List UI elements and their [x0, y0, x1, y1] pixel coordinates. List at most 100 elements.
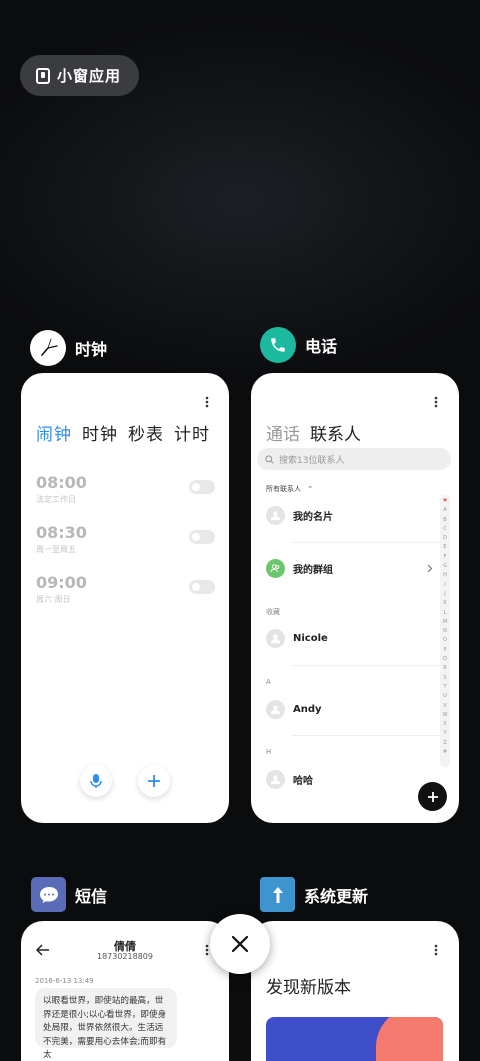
- avatar: [266, 629, 285, 648]
- clock-app-icon: [30, 330, 66, 366]
- alarm-days: 周六 周日: [36, 595, 71, 604]
- index-letter[interactable]: A: [443, 506, 446, 515]
- index-letter[interactable]: B: [443, 516, 446, 525]
- tab-alarm[interactable]: 闹钟: [36, 420, 72, 445]
- clock-app-card[interactable]: 闹钟 时钟 秒表 计时 08:00 法定工作日 08:30 周一至周五 09:0…: [21, 373, 229, 823]
- message-timestamp: 2016-6-13 13:49: [35, 977, 94, 985]
- tab-timer[interactable]: 计时: [174, 420, 210, 445]
- tab-clock[interactable]: 时钟: [82, 420, 118, 445]
- my-groups-row[interactable]: 我的群组: [266, 559, 333, 578]
- clear-all-button[interactable]: [210, 914, 270, 974]
- person-icon: [270, 775, 281, 785]
- contact-name: Nicole: [293, 633, 328, 644]
- favorites-header: 收藏: [266, 608, 280, 616]
- alarm-days: 周一至周五: [36, 545, 76, 554]
- index-letter[interactable]: X: [443, 720, 446, 729]
- update-app-header[interactable]: 系统更新: [260, 877, 368, 912]
- contact-row[interactable]: Nicole: [266, 629, 328, 648]
- index-letter[interactable]: Y: [443, 729, 446, 738]
- index-letter[interactable]: C: [443, 525, 447, 534]
- index-letter[interactable]: E: [443, 543, 446, 552]
- tab-contacts[interactable]: 联系人: [310, 420, 361, 445]
- update-banner-image: [266, 1017, 443, 1061]
- index-letter[interactable]: W: [443, 711, 448, 720]
- index-letter[interactable]: F: [444, 553, 447, 562]
- alarm-toggle[interactable]: [189, 580, 215, 594]
- more-menu-icon[interactable]: [434, 396, 438, 410]
- alarm-time: 08:00: [36, 473, 87, 492]
- sms-app-header[interactable]: 短信: [31, 877, 107, 912]
- index-letter[interactable]: V: [443, 702, 446, 711]
- index-letter[interactable]: L: [444, 609, 447, 618]
- update-app-name: 系统更新: [304, 886, 369, 906]
- index-letter[interactable]: T: [443, 683, 446, 692]
- sort-icon: ⌃: [307, 485, 314, 493]
- tab-stopwatch[interactable]: 秒表: [128, 420, 164, 445]
- divider: [291, 665, 441, 666]
- index-letter[interactable]: ♥: [443, 497, 447, 506]
- index-letter[interactable]: U: [443, 692, 447, 701]
- index-letter[interactable]: P: [443, 646, 446, 655]
- my-groups-label: 我的群组: [293, 565, 333, 576]
- close-icon: [231, 935, 249, 953]
- index-letter[interactable]: G: [443, 562, 447, 571]
- alphabet-index-bar[interactable]: ♥ A B C D E F G H I J K L M N O P Q R S T U V W X Y Z #: [440, 495, 450, 767]
- index-letter[interactable]: M: [443, 618, 447, 627]
- index-letter[interactable]: N: [443, 627, 447, 636]
- person-icon: [270, 634, 281, 644]
- update-title: 发现新版本: [266, 978, 351, 998]
- index-letter[interactable]: Q: [443, 655, 447, 664]
- search-placeholder: 搜索13位联系人: [279, 455, 345, 466]
- section-header-a: A: [266, 678, 271, 686]
- message-bubble[interactable]: 以眼看世界，即使站的最高，世界还是很小;以心看世界，即使身处局限，世界依然很大。…: [35, 988, 177, 1060]
- search-icon: [265, 454, 274, 464]
- alarm-item[interactable]: 08:00 法定工作日: [36, 473, 87, 505]
- alarm-toggle[interactable]: [189, 480, 215, 494]
- section-header-h: H: [266, 748, 272, 756]
- person-icon: [270, 705, 281, 715]
- alarm-item[interactable]: 09:00 周六 周日: [36, 573, 87, 605]
- update-app-card[interactable]: 发现新版本: [251, 921, 459, 1061]
- voice-button[interactable]: [80, 765, 112, 797]
- alarm-time: 09:00: [36, 573, 87, 592]
- phone-app-card[interactable]: 通话 联系人 搜索13位联系人 所有联系人 ⌃ 我的名片 我的群组 收藏 Nic…: [251, 373, 459, 823]
- conversation-phone-number: 18730218809: [97, 952, 153, 961]
- all-contacts-filter[interactable]: 所有联系人 ⌃: [266, 484, 313, 494]
- small-window-icon: [36, 67, 50, 84]
- add-contact-button[interactable]: [418, 782, 447, 811]
- index-letter[interactable]: D: [443, 534, 447, 543]
- alarm-item[interactable]: 08:30 周一至周五: [36, 523, 87, 555]
- my-card-row[interactable]: 我的名片: [266, 506, 333, 525]
- alarm-toggle[interactable]: [189, 530, 215, 544]
- sms-app-card[interactable]: 倩倩 18730218809 2016-6-13 13:49 以眼看世界，即使站…: [21, 921, 229, 1061]
- contact-row[interactable]: 哈哈: [266, 770, 313, 789]
- tab-calls[interactable]: 通话: [266, 420, 300, 445]
- contact-row[interactable]: Andy: [266, 700, 322, 719]
- phone-tabs: 通话 联系人: [266, 420, 361, 445]
- add-alarm-button[interactable]: [138, 765, 170, 797]
- small-window-apps-button[interactable]: 小窗应用: [20, 55, 139, 96]
- index-letter[interactable]: K: [443, 599, 446, 608]
- more-menu-icon[interactable]: [205, 396, 209, 410]
- sms-app-icon: [31, 877, 66, 912]
- index-letter[interactable]: #: [443, 748, 447, 757]
- system-update-icon: [260, 877, 295, 912]
- index-letter[interactable]: S: [443, 674, 446, 683]
- more-menu-icon[interactable]: [205, 944, 209, 958]
- chevron-right-icon: [427, 564, 433, 573]
- index-letter[interactable]: H: [443, 571, 447, 580]
- index-letter[interactable]: R: [443, 664, 446, 673]
- index-letter[interactable]: I: [444, 581, 445, 590]
- more-menu-icon[interactable]: [434, 944, 438, 958]
- clock-app-header[interactable]: 时钟: [30, 330, 107, 366]
- contact-search-input[interactable]: 搜索13位联系人: [257, 448, 451, 470]
- index-letter[interactable]: Z: [443, 739, 446, 748]
- index-letter[interactable]: J: [444, 590, 445, 599]
- divider: [291, 735, 441, 736]
- plus-icon: [427, 791, 438, 802]
- avatar: [266, 700, 285, 719]
- person-icon: [270, 511, 281, 521]
- phone-app-header[interactable]: 电话: [260, 327, 337, 363]
- index-letter[interactable]: O: [443, 636, 447, 645]
- group-icon: [266, 559, 285, 578]
